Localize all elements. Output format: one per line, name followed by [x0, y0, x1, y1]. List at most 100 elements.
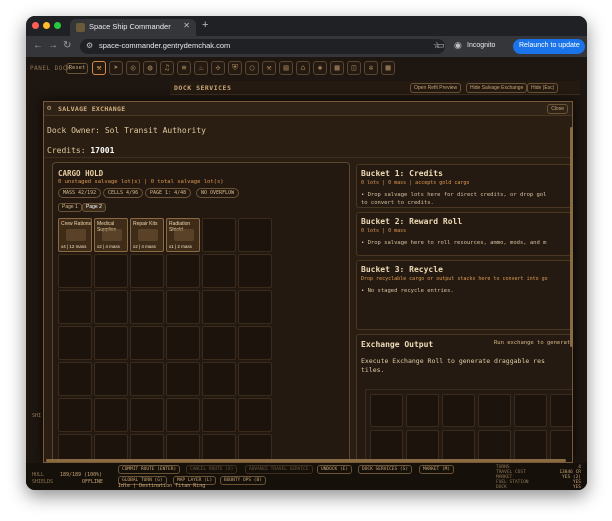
cargo-item[interactable]: Repair Kits x2 | 4 mass	[130, 218, 164, 252]
grid-icon[interactable]: ▩	[381, 61, 395, 75]
cargo-item[interactable]: Radiation Shieldx1 | 2 mass	[166, 218, 200, 252]
forward-arrow-icon[interactable]: →	[48, 40, 58, 51]
bucket-body: • No staged recycle entries.	[361, 288, 454, 294]
minimize-window-button[interactable]	[43, 22, 50, 29]
planet-icon[interactable]: ○	[245, 61, 259, 75]
relaunch-button[interactable]: Relaunch to update	[513, 39, 585, 54]
market-button[interactable]: MARKET (M)	[419, 465, 455, 474]
shield-icon[interactable]: ⛨	[228, 61, 242, 75]
exchange-output-cell[interactable]	[442, 394, 475, 427]
bucket-reward-roll[interactable]: Bucket 2: Reward Roll 0 lots | 0 mass • …	[356, 212, 572, 256]
target-icon[interactable]: ◎	[126, 61, 140, 75]
undock-button[interactable]: UNDOCK (E)	[317, 465, 353, 474]
site-info-icon[interactable]: ⚙	[86, 41, 93, 50]
cargo-cell[interactable]	[202, 398, 236, 432]
cargo-cell[interactable]	[238, 398, 272, 432]
cargo-cell[interactable]	[166, 326, 200, 360]
cargo-cell[interactable]	[166, 398, 200, 432]
cargo-cell[interactable]	[238, 254, 272, 288]
cargo-cell[interactable]	[58, 254, 92, 288]
cargo-item[interactable]: Crew Rations x4 | 12 mass	[58, 218, 92, 252]
cargo-cell[interactable]	[130, 290, 164, 324]
dock-services-button[interactable]: DOCK SERVICES (S)	[358, 465, 413, 474]
cargo-icon[interactable]: ▤	[279, 61, 293, 75]
globe-icon[interactable]: ◍	[143, 61, 157, 75]
cargo-cell[interactable]	[130, 326, 164, 360]
cargo-cell[interactable]	[94, 326, 128, 360]
chart-icon[interactable]: ≡	[177, 61, 191, 75]
open-refit-preview-button[interactable]: Open Refit Preview	[410, 83, 462, 93]
bucket-credits[interactable]: Bucket 1: Credits 0 lots | 0 mass | acce…	[356, 164, 572, 208]
map-icon[interactable]: ◫	[347, 61, 361, 75]
cast-icon[interactable]: ▭	[436, 40, 445, 51]
cargo-cell[interactable]	[202, 290, 236, 324]
exchange-output-cell[interactable]	[550, 394, 572, 427]
cargo-cell[interactable]	[202, 218, 236, 252]
bucket-title: Bucket 1: Credits	[361, 169, 443, 178]
bucket-subtitle: 0 lots | 0 mass | accepts gold cargo	[361, 180, 470, 186]
salvage-exchange-header[interactable]: ⚙ SALVAGE EXCHANGE Close	[44, 102, 572, 116]
address-bar[interactable]: ⚙ space-commander.gentrydemchak.com ☆	[80, 39, 445, 54]
page-1-button[interactable]: Page 1	[58, 203, 82, 212]
cargo-cell[interactable]	[238, 218, 272, 252]
exchange-output-body: Execute Exchange Roll to generate dragga…	[361, 357, 545, 374]
cargo-cell[interactable]	[58, 398, 92, 432]
cargo-cell[interactable]	[238, 290, 272, 324]
navigation-icon[interactable]: ➤	[109, 61, 123, 75]
wrench-icon[interactable]: ⚒	[92, 61, 106, 75]
gear-icon[interactable]: ✲	[364, 61, 378, 75]
reload-icon[interactable]: ↻	[63, 40, 71, 51]
cargo-cell[interactable]	[130, 398, 164, 432]
cargo-cell[interactable]	[58, 290, 92, 324]
new-tab-icon[interactable]: +	[202, 19, 208, 31]
browser-tab[interactable]: Space Ship Commander ✕	[70, 19, 196, 36]
cargo-cell[interactable]	[238, 362, 272, 396]
dock-services-panel: DOCK SERVICES Open Refit Preview Hide Sa…	[170, 81, 580, 95]
bucket-recycle[interactable]: Bucket 3: Recycle Drop recyclable cargo …	[356, 260, 572, 330]
advance-travel-service-button[interactable]: ADVANCE TRAVEL SERVICE	[245, 465, 313, 474]
maximize-window-button[interactable]	[54, 22, 61, 29]
station-icon[interactable]: ⌂	[296, 61, 310, 75]
cargo-cell[interactable]	[202, 326, 236, 360]
cargo-cell[interactable]	[130, 362, 164, 396]
close-button[interactable]: Close	[547, 104, 568, 114]
page-2-button[interactable]: Page 2	[82, 203, 106, 212]
commit-route-button[interactable]: COMMIT ROUTE (ENTER)	[118, 465, 181, 474]
horizontal-scrollbar[interactable]	[46, 459, 566, 462]
cargo-item[interactable]: Medical Suppliesx2 | 4 mass	[94, 218, 128, 252]
close-window-button[interactable]	[32, 22, 39, 29]
bounty-ops-button[interactable]: BOUNTY OPS (B)	[220, 476, 266, 485]
cargo-cell[interactable]	[238, 326, 272, 360]
cargo-cell[interactable]	[94, 398, 128, 432]
cargo-cell[interactable]	[94, 290, 128, 324]
exchange-output-cell[interactable]	[406, 394, 439, 427]
cargo-cell[interactable]	[202, 254, 236, 288]
crosshair-icon[interactable]: ✣	[211, 61, 225, 75]
cargo-cell[interactable]	[166, 362, 200, 396]
cancel-route-button[interactable]: CANCEL ROUTE (X)	[186, 465, 238, 474]
store-icon[interactable]: ▦	[330, 61, 344, 75]
tab-close-icon[interactable]: ✕	[183, 21, 190, 30]
cargo-cell[interactable]	[94, 362, 128, 396]
bucket-title: Bucket 2: Reward Roll	[361, 217, 463, 226]
hide-dock-services-button[interactable]: Hide (Esc)	[527, 83, 559, 93]
bell-icon[interactable]: ♫	[160, 61, 174, 75]
cargo-cell[interactable]	[94, 254, 128, 288]
exchange-output-cell[interactable]	[478, 394, 511, 427]
cargo-cell[interactable]	[166, 290, 200, 324]
cargo-cell[interactable]	[202, 362, 236, 396]
exchange-output-cell[interactable]	[370, 394, 403, 427]
back-arrow-icon[interactable]: ←	[33, 40, 43, 51]
reset-button[interactable]: Reset	[66, 63, 88, 74]
cargo-cell[interactable]	[166, 254, 200, 288]
vertical-scrollbar[interactable]	[570, 127, 573, 347]
cargo-cell[interactable]	[130, 254, 164, 288]
hide-salvage-exchange-button[interactable]: Hide Salvage Exchange	[466, 83, 528, 93]
exchange-output-cell[interactable]	[514, 394, 547, 427]
incognito-label: Incognito	[467, 42, 496, 49]
flame-icon[interactable]: ♨	[194, 61, 208, 75]
cargo-cell[interactable]	[58, 326, 92, 360]
box-icon[interactable]: ◈	[313, 61, 327, 75]
hammer-icon[interactable]: ⚒	[262, 61, 276, 75]
cargo-cell[interactable]	[58, 362, 92, 396]
